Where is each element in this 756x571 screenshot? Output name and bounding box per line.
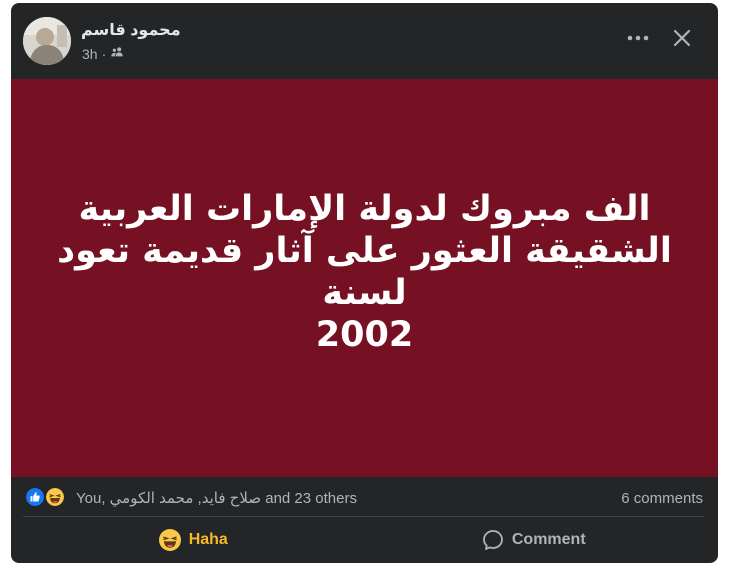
comment-button[interactable]: Comment	[364, 521, 705, 559]
meta-separator: ·	[101, 45, 107, 62]
haha-reaction-button[interactable]: Haha	[23, 521, 364, 559]
more-options-button[interactable]	[623, 23, 653, 53]
post-meta: 3h ·	[82, 45, 124, 62]
post-card: محمود قاسم 3h · الف مبروك لدولة الإمارات…	[11, 3, 718, 563]
haha-reaction-icon	[158, 529, 181, 551]
post-actions: Haha Comment	[23, 521, 704, 559]
like-reaction-icon	[24, 486, 46, 508]
close-button[interactable]	[667, 23, 697, 53]
post-header: محمود قاسم 3h ·	[11, 3, 718, 79]
friends-icon[interactable]	[110, 45, 124, 62]
post-time[interactable]: 3h	[82, 46, 98, 62]
haha-reaction-label: Haha	[188, 531, 228, 548]
author-avatar[interactable]	[23, 17, 71, 65]
author-name[interactable]: محمود قاسم	[81, 20, 181, 40]
comment-icon	[482, 530, 503, 550]
close-icon	[673, 29, 691, 47]
reaction-names[interactable]: You, صلاح فايد, محمد الكومي and 23 other…	[76, 489, 357, 507]
post-media[interactable]: الف مبروك لدولة الإمارات العربية الشقيقة…	[11, 79, 718, 477]
comments-count[interactable]: 6 comments	[621, 490, 703, 507]
post-text-line: الف مبروك لدولة الإمارات العربية	[78, 189, 651, 229]
reactions-summary: You, صلاح فايد, محمد الكومي and 23 other…	[11, 477, 718, 517]
post-text-line: الشقيقة العثور على آثار قديمة تعود لسنة	[57, 231, 672, 313]
post-text: الف مبروك لدولة الإمارات العربية الشقيقة…	[25, 188, 705, 356]
haha-reaction-icon	[44, 486, 66, 508]
actions-divider	[23, 516, 704, 517]
reaction-icons[interactable]	[24, 486, 70, 508]
more-horizontal-icon	[627, 35, 649, 41]
comment-label: Comment	[511, 531, 586, 548]
post-text-line: 2002	[315, 315, 414, 355]
